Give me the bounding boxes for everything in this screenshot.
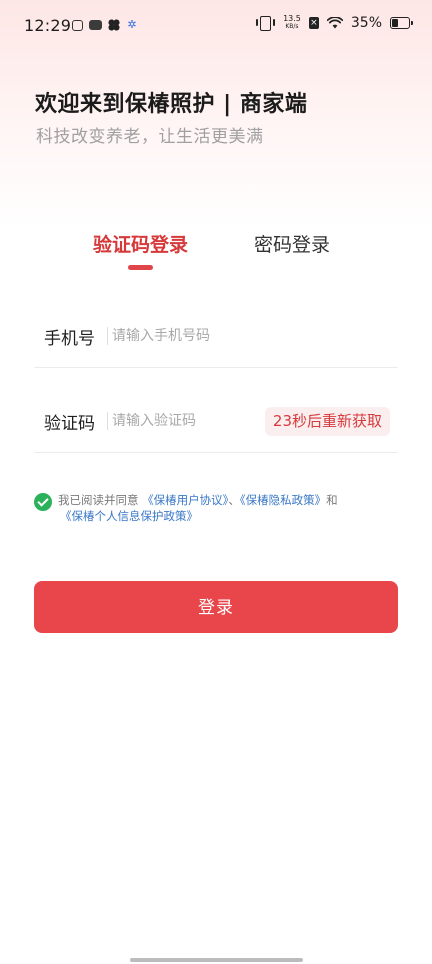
app-clover-icon bbox=[108, 19, 120, 31]
agreement-separator: 、 bbox=[228, 493, 240, 507]
code-row: 验证码 23秒后重新获取 bbox=[34, 388, 398, 453]
settings-gear-icon: ✲ bbox=[127, 18, 137, 31]
page-subtitle: 科技改变养老，让生活更美满 bbox=[36, 127, 264, 147]
user-agreement-link[interactable]: 《保椿用户协议》 bbox=[142, 493, 228, 507]
phone-row: 手机号 bbox=[34, 303, 398, 368]
no-sim-icon: × bbox=[308, 17, 319, 29]
app-box-icon bbox=[89, 20, 102, 30]
status-bar: 12:29 ✲ 13.5 KB/s × 35% bbox=[0, 0, 432, 52]
battery-fill bbox=[392, 19, 398, 27]
privacy-policy-link[interactable]: 《保椿隐私政策》 bbox=[240, 493, 326, 507]
agreement-conjunction: 和 bbox=[326, 493, 338, 507]
phone-divider bbox=[107, 327, 108, 345]
tab-sms-login[interactable]: 验证码登录 bbox=[93, 230, 188, 257]
agreement-line-1: 我已阅读并同意 《保椿用户协议》、《保椿隐私政策》和 bbox=[58, 492, 338, 508]
battery-icon bbox=[390, 17, 413, 29]
personal-info-policy-link[interactable]: 《保椿个人信息保护政策》 bbox=[60, 509, 198, 523]
code-label: 验证码 bbox=[44, 414, 95, 434]
agreement-line-2: 《保椿个人信息保护政策》 bbox=[60, 508, 198, 524]
status-time: 12:29 bbox=[24, 16, 72, 35]
network-speed-value: 13.5 bbox=[283, 14, 301, 23]
agreement-checkbox-checked-icon[interactable] bbox=[34, 493, 52, 511]
notification-icons: ✲ bbox=[72, 19, 138, 31]
home-indicator[interactable] bbox=[130, 958, 303, 962]
wifi-icon bbox=[326, 17, 343, 29]
active-tab-indicator bbox=[128, 265, 153, 270]
phone-label: 手机号 bbox=[44, 329, 95, 349]
phone-input[interactable] bbox=[112, 323, 312, 349]
resend-code-button[interactable]: 23秒后重新获取 bbox=[264, 407, 390, 436]
network-speed-unit: KB/s bbox=[285, 23, 299, 30]
login-button[interactable]: 登录 bbox=[34, 581, 398, 633]
page-title: 欢迎来到保椿照护 | 商家端 bbox=[35, 92, 308, 117]
tab-password-login[interactable]: 密码登录 bbox=[254, 230, 330, 257]
battery-percent: 35% bbox=[350, 15, 382, 31]
agreement-prefix: 我已阅读并同意 bbox=[58, 493, 139, 507]
vibrate-icon bbox=[256, 15, 276, 31]
app-leaf-icon bbox=[72, 19, 83, 31]
code-divider bbox=[107, 412, 108, 430]
code-input[interactable] bbox=[112, 408, 252, 434]
network-speed: 13.5 KB/s bbox=[283, 15, 301, 31]
status-right-group: 13.5 KB/s × 35% bbox=[256, 15, 413, 31]
